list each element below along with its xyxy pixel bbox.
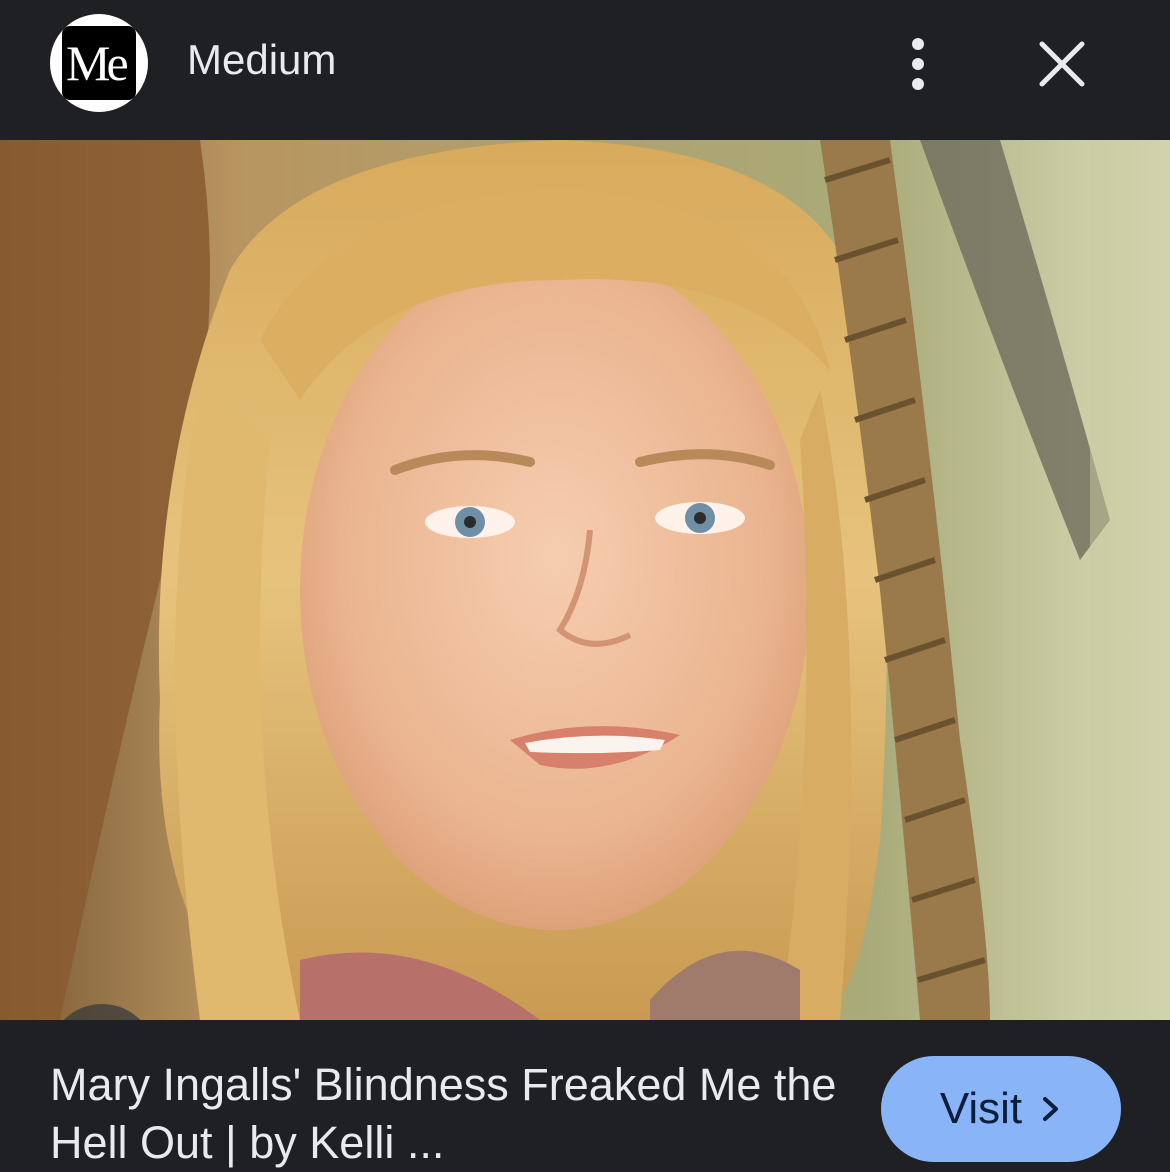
close-icon[interactable] xyxy=(1032,34,1092,94)
site-logo[interactable]: Me xyxy=(50,14,148,112)
result-title[interactable]: Mary Ingalls' Blindness Freaked Me the H… xyxy=(50,1056,850,1172)
visit-label: Visit xyxy=(939,1084,1023,1133)
top-bar: Me Medium xyxy=(0,0,1170,140)
image-preview[interactable] xyxy=(0,140,1170,1020)
logo-text: Me xyxy=(66,35,129,91)
result-footer: Mary Ingalls' Blindness Freaked Me the H… xyxy=(0,1020,1170,1170)
more-vert-icon[interactable] xyxy=(898,34,938,94)
portrait-photo xyxy=(0,140,1170,1020)
visit-button[interactable]: Visit xyxy=(881,1056,1121,1162)
chevron-right-icon xyxy=(1043,1097,1059,1121)
site-name: Medium xyxy=(187,36,337,83)
